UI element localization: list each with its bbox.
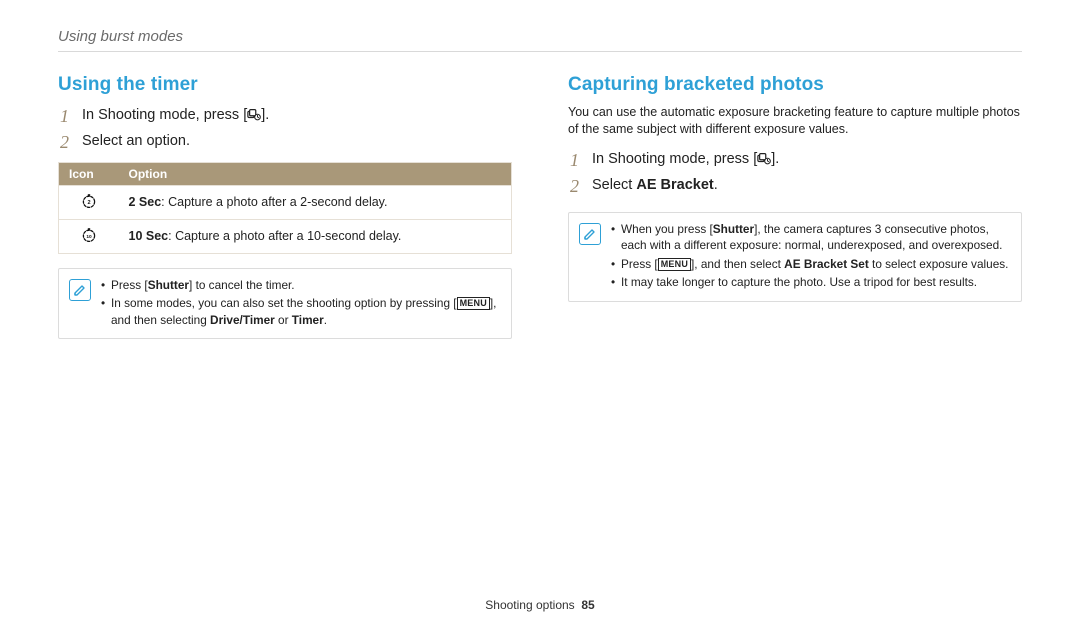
footer-page-number: 85 (581, 598, 594, 612)
page-footer: Shooting options 85 (0, 598, 1080, 612)
note-list: When you press [Shutter], the camera cap… (611, 221, 1011, 293)
note-item: Press [MENU], and then select AE Bracket… (611, 256, 1011, 273)
note-item: It may take longer to capture the photo.… (611, 274, 1011, 291)
content-columns: Using the timer In Shooting mode, press … (58, 74, 1022, 339)
column-left: Using the timer In Shooting mode, press … (58, 74, 512, 339)
timer-steps: In Shooting mode, press []. Select an op… (58, 104, 512, 154)
step-1: In Shooting mode, press []. (58, 104, 512, 128)
svg-text:2: 2 (87, 200, 90, 206)
intro-text: You can use the automatic exposure brack… (568, 104, 1022, 138)
th-option: Option (119, 162, 512, 185)
step-text-end: ]. (261, 107, 269, 123)
note-icon (69, 279, 91, 301)
note-box-timer: Press [Shutter] to cancel the timer. In … (58, 268, 512, 340)
note-item: When you press [Shutter], the camera cap… (611, 221, 1011, 254)
note-item: Press [Shutter] to cancel the timer. (101, 277, 501, 294)
timer-options-table: Icon Option 2 2 Sec: Capture a photo aft… (58, 162, 512, 254)
step-1: In Shooting mode, press []. (568, 148, 1022, 172)
note-item: In some modes, you can also set the shoo… (101, 295, 501, 328)
heading-using-timer: Using the timer (58, 74, 512, 96)
column-right: Capturing bracketed photos You can use t… (568, 74, 1022, 339)
note-list: Press [Shutter] to cancel the timer. In … (101, 277, 501, 331)
footer-section: Shooting options (485, 598, 574, 612)
th-icon: Icon (59, 162, 119, 185)
step-text: In Shooting mode, press [ (82, 107, 247, 123)
drive-timer-icon (757, 151, 771, 165)
step-2: Select AE Bracket. (568, 174, 1022, 198)
menu-button-icon: MENU (658, 258, 691, 271)
page: Using burst modes Using the timer In Sho… (0, 0, 1080, 630)
note-icon (579, 223, 601, 245)
bracket-steps: In Shooting mode, press []. Select AE Br… (568, 148, 1022, 198)
divider (58, 51, 1022, 52)
step-text-end: ]. (771, 151, 779, 167)
cell-icon: 10 (59, 219, 119, 253)
step-2: Select an option. (58, 130, 512, 154)
menu-button-icon: MENU (457, 297, 490, 310)
cell-icon: 2 (59, 185, 119, 219)
heading-bracketed: Capturing bracketed photos (568, 74, 1022, 96)
table-row: 2 2 Sec: Capture a photo after a 2-secon… (59, 185, 512, 219)
timer-10sec-icon: 10 (81, 227, 97, 243)
timer-2sec-icon: 2 (81, 193, 97, 209)
cell-option: 10 Sec: Capture a photo after a 10-secon… (119, 219, 512, 253)
drive-timer-icon (247, 107, 261, 121)
table-row: 10 10 Sec: Capture a photo after a 10-se… (59, 219, 512, 253)
breadcrumb: Using burst modes (58, 28, 1022, 45)
pencil-note-icon (73, 283, 87, 297)
pencil-note-icon (583, 227, 597, 241)
step-text: In Shooting mode, press [ (592, 151, 757, 167)
svg-text:10: 10 (86, 234, 92, 240)
note-box-bracket: When you press [Shutter], the camera cap… (568, 212, 1022, 302)
cell-option: 2 Sec: Capture a photo after a 2-second … (119, 185, 512, 219)
